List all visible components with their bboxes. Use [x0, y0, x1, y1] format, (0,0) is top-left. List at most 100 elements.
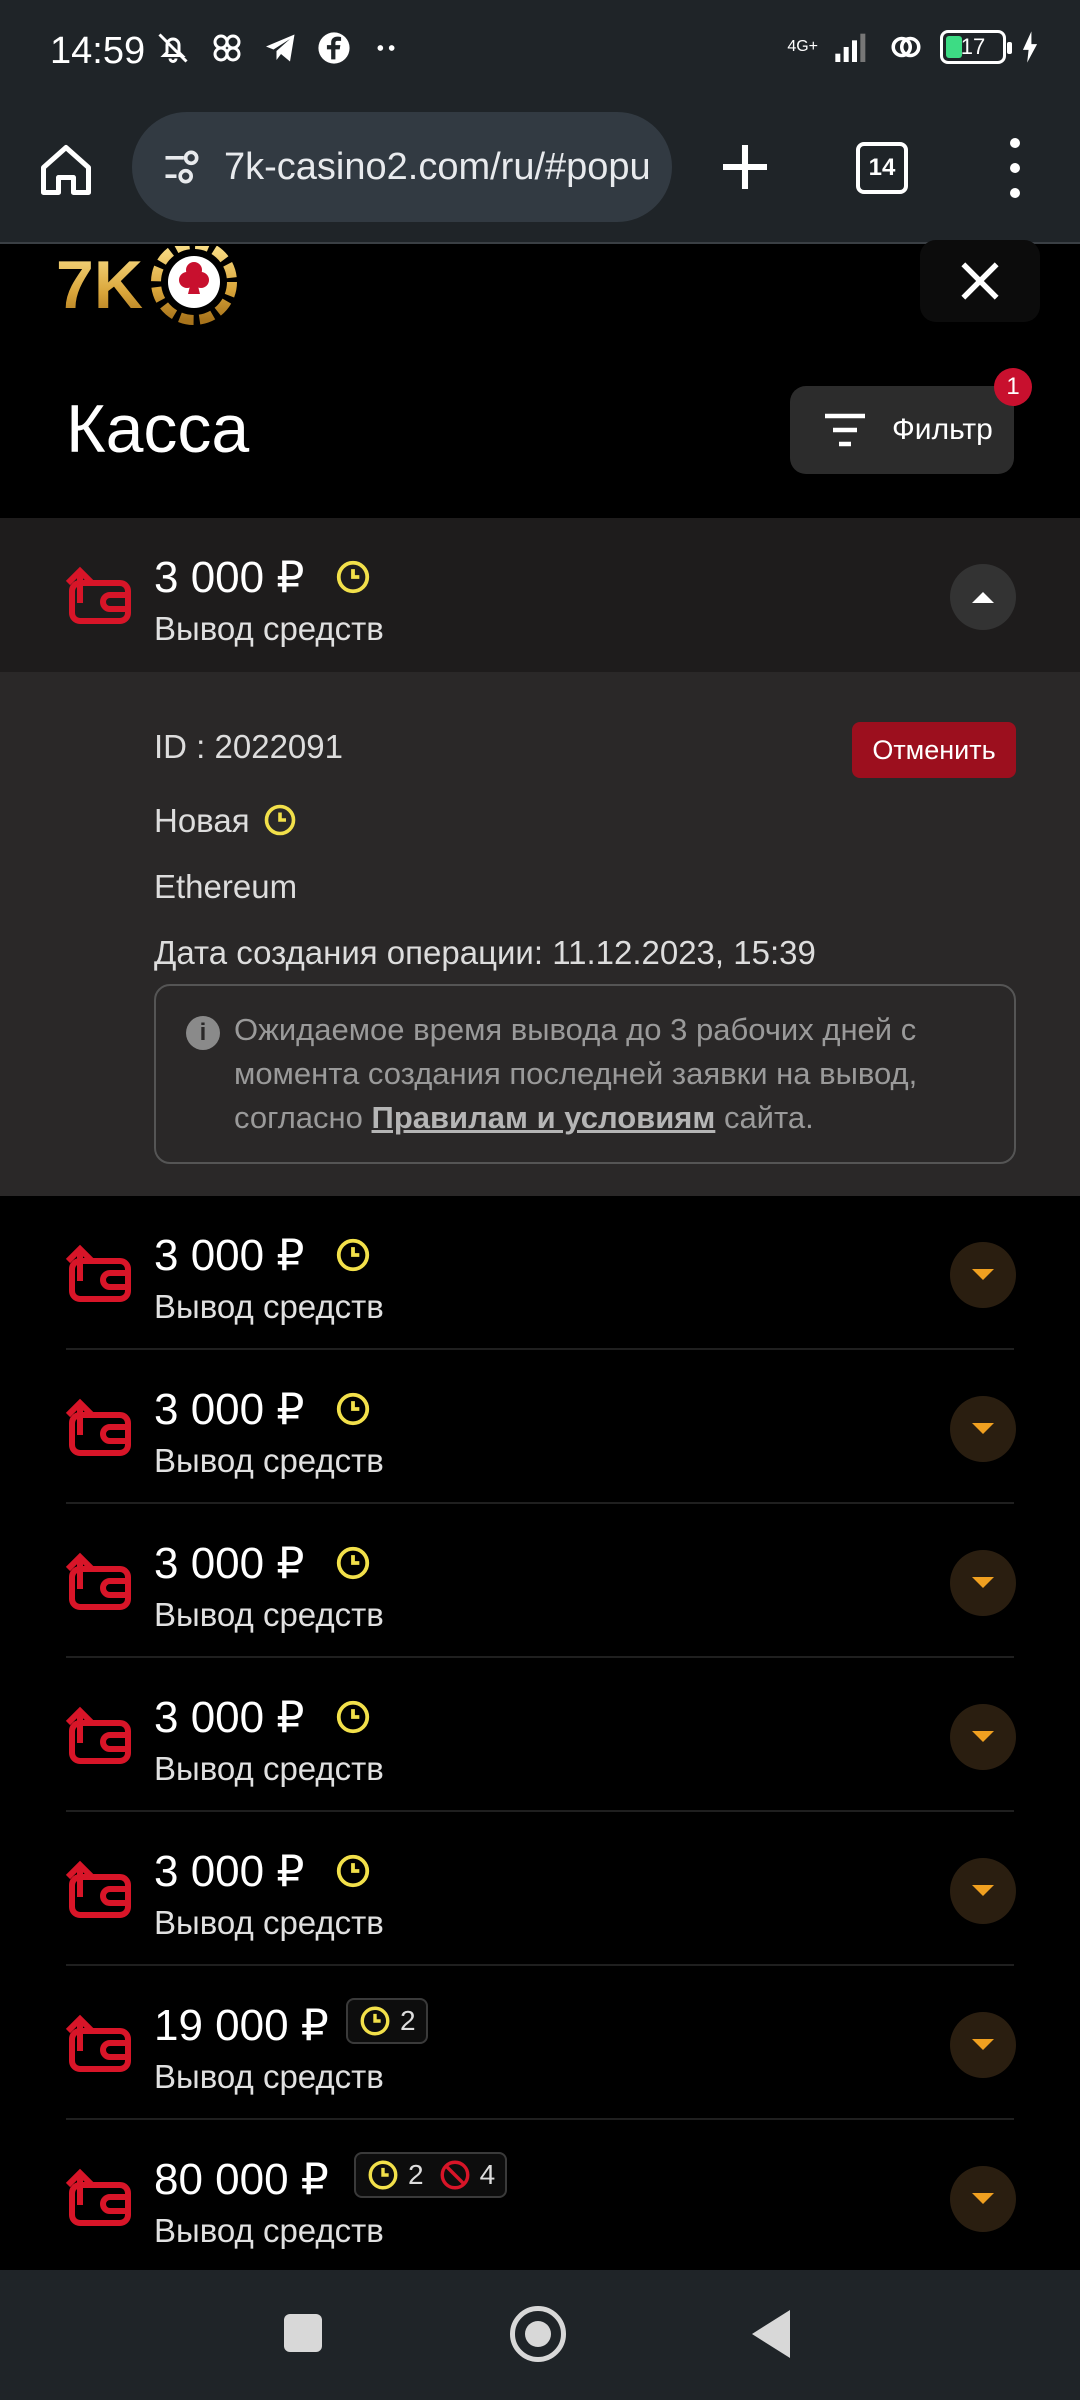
- url-text[interactable]: 7k-casino2.com/ru/#popu: [224, 146, 651, 189]
- transaction-type: Вывод средств: [154, 610, 384, 647]
- tab-switcher-button[interactable]: 14: [856, 142, 908, 194]
- filter-button[interactable]: Фильтр: [790, 386, 1014, 474]
- expand-button[interactable]: [950, 1550, 1016, 1616]
- transaction-status: Новая: [154, 802, 250, 839]
- close-icon: [961, 262, 999, 300]
- mute-bell-icon: [158, 33, 188, 63]
- transaction-amount: 3 000 ₽: [154, 553, 305, 602]
- info-notice: i Ожидаемое время вывода до 3 рабочих дн…: [154, 984, 1016, 1164]
- browser-menu-button[interactable]: [1000, 138, 1030, 198]
- home-button[interactable]: [510, 2306, 566, 2362]
- transaction-type: Вывод средств: [154, 2212, 384, 2249]
- transaction-id: ID : 2022091: [154, 728, 343, 765]
- expand-button[interactable]: [950, 2012, 1016, 2078]
- transaction-type: Вывод средств: [154, 1288, 384, 1325]
- home-icon[interactable]: [36, 140, 96, 200]
- more-dots-icon: [377, 45, 395, 51]
- signal-icon: [835, 33, 866, 62]
- transaction-row[interactable]: 3 000 ₽ Вывод средств: [0, 1350, 1080, 1504]
- close-button[interactable]: [920, 240, 1040, 322]
- transactions-list: 3 000 ₽ Вывод средств ID : 2022091 Отмен…: [0, 518, 1080, 2274]
- expand-button[interactable]: [950, 1704, 1016, 1770]
- withdrawal-wallet-icon: [65, 1706, 131, 1764]
- chevron-down-icon: [972, 2193, 994, 2204]
- withdrawal-wallet-icon: [65, 566, 131, 624]
- transaction-amount: 19 000 ₽: [154, 2001, 329, 2050]
- transaction-details: ID : 2022091 Отменить Новая Ethereum Дат…: [0, 672, 1080, 1196]
- chevron-down-icon: [972, 2039, 994, 2050]
- transaction-row[interactable]: 3 000 ₽ Вывод средств: [0, 518, 1080, 672]
- pending-clock-icon: [336, 1392, 370, 1426]
- filter-count-badge: 1: [994, 368, 1032, 406]
- creation-date: Дата создания операции: 11.12.2023, 15:3…: [154, 934, 816, 971]
- recent-apps-button[interactable]: [284, 2314, 322, 2352]
- new-tab-icon[interactable]: [712, 134, 778, 200]
- transaction-type: Вывод средств: [154, 1442, 384, 1479]
- transaction-type: Вывод средств: [154, 1750, 384, 1787]
- filter-icon: [825, 413, 865, 447]
- casino-logo: 7K: [56, 246, 237, 325]
- expand-button[interactable]: [950, 1396, 1016, 1462]
- status-clock-icon: [264, 804, 296, 836]
- expand-button[interactable]: [950, 1858, 1016, 1924]
- pending-clock-icon: [336, 560, 370, 594]
- system-icons: 4G+ 17: [787, 30, 1040, 64]
- transaction-amount: 3 000 ₽: [154, 1539, 305, 1588]
- pending-clock-icon: [336, 1854, 370, 1888]
- back-button[interactable]: [752, 2310, 790, 2358]
- tab-count: 14: [868, 154, 896, 181]
- network-type: 4G+: [787, 38, 818, 55]
- transaction-row[interactable]: 3 000 ₽ Вывод средств: [0, 1812, 1080, 1966]
- transaction-type: Вывод средств: [154, 2058, 384, 2095]
- address-bar[interactable]: 7k-casino2.com/ru/#popu: [132, 112, 672, 222]
- collapse-button[interactable]: [950, 564, 1016, 630]
- withdrawal-wallet-icon: [65, 2014, 131, 2072]
- page-title: Касса: [66, 391, 250, 467]
- notification-icons: [155, 30, 403, 66]
- pinwheel-icon: [213, 34, 241, 62]
- status-time: 14:59: [50, 30, 146, 72]
- info-icon: i: [186, 1016, 220, 1050]
- logo-text: 7K: [56, 247, 143, 323]
- withdrawal-wallet-icon: [65, 1398, 131, 1456]
- pending-clock-icon: [360, 2006, 390, 2036]
- withdrawal-wallet-icon: [65, 2168, 131, 2226]
- system-nav-bar: [0, 2270, 1080, 2400]
- browser-toolbar: 7k-casino2.com/ru/#popu 14: [0, 108, 1080, 244]
- payment-method: Ethereum: [154, 868, 298, 905]
- pending-clock-icon: [336, 1700, 370, 1734]
- transaction-amount: 3 000 ₽: [154, 1385, 305, 1434]
- chevron-up-icon: [972, 592, 994, 603]
- transaction-amount: 3 000 ₽: [154, 1231, 305, 1280]
- pending-count-badge: 2: [346, 1998, 428, 2044]
- link-icon: [891, 36, 921, 58]
- terms-link[interactable]: Правилам и условиям: [372, 1100, 716, 1135]
- filter-label: Фильтр: [892, 413, 993, 446]
- withdrawal-wallet-icon: [65, 1244, 131, 1302]
- battery-level: 17: [960, 34, 986, 59]
- pending-count: 2: [408, 2159, 424, 2190]
- expand-button[interactable]: [950, 1242, 1016, 1308]
- chevron-down-icon: [972, 1885, 994, 1896]
- transaction-row[interactable]: 19 000 ₽ 2 Вывод средств: [0, 1966, 1080, 2120]
- cancel-button[interactable]: Отменить: [852, 722, 1016, 778]
- telegram-icon: [266, 34, 295, 62]
- transaction-row[interactable]: 3 000 ₽ Вывод средств: [0, 1196, 1080, 1350]
- chevron-down-icon: [972, 1269, 994, 1280]
- transaction-amount: 3 000 ₽: [154, 1693, 305, 1742]
- pending-clock-icon: [336, 1238, 370, 1272]
- transaction-row[interactable]: 3 000 ₽ Вывод средств: [0, 1504, 1080, 1658]
- transaction-row[interactable]: 80 000 ₽ 2 4 Вывод средств: [0, 2120, 1080, 2274]
- pending-count: 2: [400, 2005, 416, 2036]
- withdrawal-wallet-icon: [65, 1860, 131, 1918]
- transaction-row[interactable]: 3 000 ₽ Вывод средств: [0, 1658, 1080, 1812]
- status-count-badge: 2 4: [354, 2152, 508, 2198]
- site-settings-icon[interactable]: [160, 145, 204, 189]
- status-bar: 14:59 4G+ 17: [0, 0, 1080, 108]
- info-text: Ожидаемое время вывода до 3 рабочих дней…: [234, 1008, 994, 1140]
- chevron-down-icon: [972, 1577, 994, 1588]
- transaction-type: Вывод средств: [154, 1596, 384, 1633]
- chevron-down-icon: [972, 1423, 994, 1434]
- pending-clock-icon: [368, 2160, 398, 2190]
- expand-button[interactable]: [950, 2166, 1016, 2232]
